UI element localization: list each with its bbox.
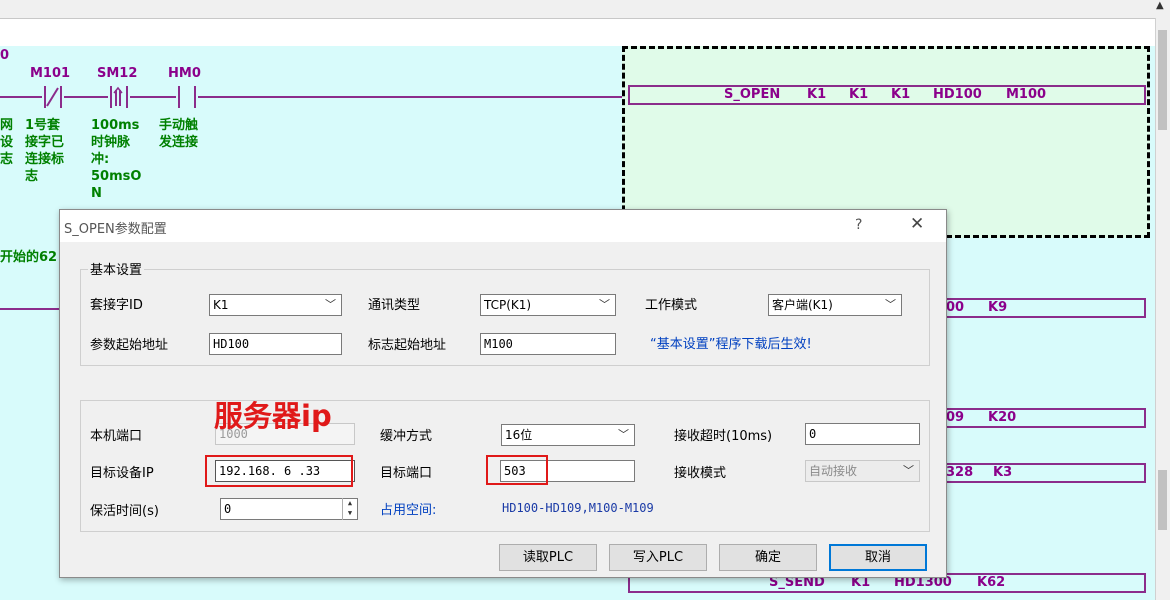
comm-type-select[interactable]: TCP(K1) ﹀ [480, 294, 616, 316]
comment-hm0: 手动触 发连接 [159, 118, 199, 150]
param-addr-label: 参数起始地址 [90, 338, 169, 353]
socket-id-label: 套接字ID [90, 298, 143, 313]
target-ip-highlight [205, 455, 353, 487]
comm-type-label: 通讯类型 [368, 298, 421, 313]
server-ip-annotation: 服务器ip [214, 399, 332, 433]
rung-line [0, 96, 622, 98]
instruction-s-open[interactable]: S_OPEN K1 K1 K1 HD100 M100 [628, 85, 1146, 105]
no-contact-hm0[interactable] [176, 86, 198, 108]
read-plc-button[interactable]: 读取PLC [499, 544, 597, 571]
left-comment: 网设志 [0, 118, 14, 167]
s-open-config-dialog: S_OPEN参数配置 ? ✕ 基本设置 套接字ID K1 ﹀ 通讯类型 TCP(K… [59, 209, 947, 578]
recv-mode-select: 自动接收 ﹀ [805, 460, 920, 482]
chevron-down-icon: ﹀ [599, 298, 610, 311]
local-port-label: 本机端口 [90, 429, 143, 444]
scroll-up-icon[interactable]: ▲ [1156, 0, 1164, 11]
rung-line-2 [0, 308, 60, 310]
basic-settings-note: “基本设置”程序下载后生效! [650, 337, 812, 352]
socket-id-select[interactable]: K1 ﹀ [209, 294, 342, 316]
recv-timeout-input[interactable]: 0 [805, 423, 920, 445]
close-icon[interactable]: ✕ [910, 214, 924, 234]
scrollbar-thumb[interactable] [1158, 30, 1167, 130]
top-toolbar [0, 0, 1170, 19]
contact-label-m101: M101 [30, 66, 71, 81]
flag-addr-input[interactable]: M100 [480, 333, 616, 355]
keepalive-input[interactable]: 0 ▲ ▼ [220, 498, 358, 520]
space-value: HD100-HD109,M100-M109 [502, 501, 654, 515]
contact-label-hm0: HM0 [168, 66, 201, 81]
rung-number: 0 [0, 48, 10, 63]
param-addr-input[interactable]: HD100 [209, 333, 342, 355]
spin-up-icon: ▲ [347, 499, 353, 507]
chevron-down-icon: ﹀ [618, 428, 629, 441]
target-port-label: 目标端口 [380, 466, 433, 481]
chevron-down-icon: ﹀ [885, 298, 896, 311]
keepalive-label: 保活时间(s) [90, 504, 159, 519]
recv-mode-label: 接收模式 [674, 466, 727, 481]
flag-addr-label: 标志起始地址 [368, 338, 447, 353]
left-bottom-comment: 开始的62 [0, 250, 58, 265]
chevron-down-icon: ﹀ [325, 298, 336, 311]
contact-label-sm12: SM12 [97, 66, 138, 81]
dialog-titlebar[interactable]: S_OPEN参数配置 ? ✕ [60, 210, 946, 242]
cancel-button[interactable]: 取消 [829, 544, 927, 571]
buffer-mode-select[interactable]: 16位 ﹀ [501, 424, 635, 446]
basic-settings-title: 基本设置 [88, 259, 145, 278]
nc-contact-m101[interactable] [42, 86, 64, 108]
recv-timeout-label: 接收超时(10ms) [674, 429, 773, 444]
chevron-down-icon: ﹀ [903, 464, 914, 477]
work-mode-select[interactable]: 客户端(K1) ﹀ [768, 294, 902, 316]
target-ip-label: 目标设备IP [90, 466, 154, 481]
write-plc-button[interactable]: 写入PLC [609, 544, 707, 571]
keepalive-spinner[interactable]: ▲ ▼ [342, 498, 357, 520]
comment-m101: 1号套 接字已 连接标志 [25, 118, 65, 184]
help-button[interactable]: ? [855, 217, 862, 233]
target-port-highlight [486, 455, 548, 485]
work-mode-label: 工作模式 [645, 298, 698, 313]
buffer-mode-label: 缓冲方式 [380, 429, 433, 444]
comment-sm12: 100ms 时钟脉 冲: 50msO N [91, 118, 142, 201]
ok-button[interactable]: 确定 [719, 544, 817, 571]
spin-down-icon: ▼ [347, 509, 353, 517]
pulse-contact-sm12[interactable] [108, 86, 130, 108]
scrollbar-thumb-lower[interactable] [1158, 470, 1167, 530]
space-label: 占用空间: [380, 503, 437, 518]
dialog-title: S_OPEN参数配置 [64, 222, 167, 237]
